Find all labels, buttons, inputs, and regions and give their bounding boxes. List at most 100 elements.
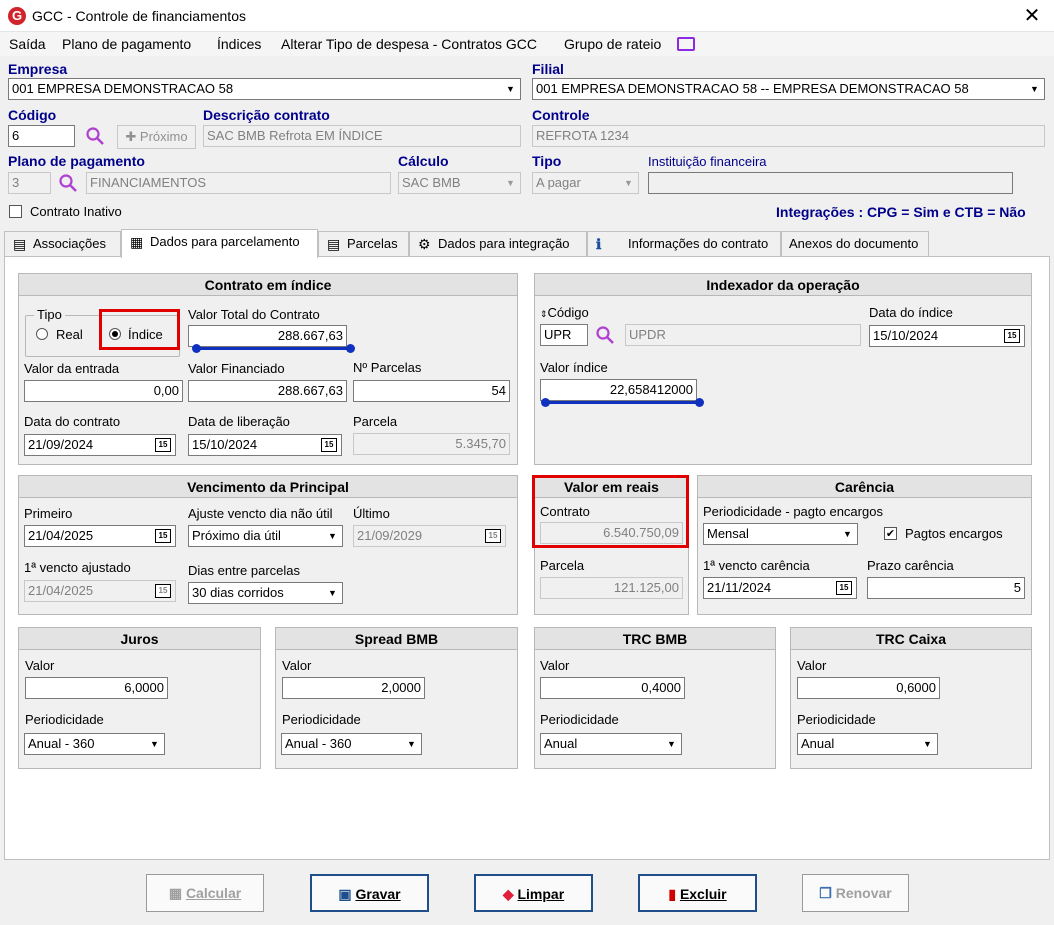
chevron-down-icon: ▼ — [146, 735, 163, 753]
indice-radio[interactable] — [109, 328, 121, 340]
menu-grupo-rateio[interactable]: Grupo de rateio — [564, 36, 661, 52]
limpar-button[interactable]: ◆ Limpar — [474, 874, 593, 912]
data-contrato-input[interactable]: 21/09/2024 15 — [24, 434, 176, 456]
gravar-button[interactable]: ▣ Gravar — [310, 874, 429, 912]
controle-input[interactable]: REFROTA 1234 — [532, 125, 1045, 147]
search-icon[interactable] — [85, 126, 105, 146]
calendar-icon[interactable]: 15 — [155, 438, 171, 452]
tab-dados-integracao[interactable]: ⚙ Dados para integração — [409, 231, 587, 257]
tab-associacoes[interactable]: ▤ Associações — [4, 231, 121, 257]
data-liberacao-input[interactable]: 15/10/2024 15 — [188, 434, 342, 456]
trc-caixa-periodicidade-select[interactable]: Anual ▼ — [797, 733, 938, 755]
panel-title: TRC BMB — [535, 628, 775, 650]
indice-label: Índice — [128, 327, 163, 342]
monitor-icon[interactable] — [677, 37, 695, 51]
valor-total-input[interactable]: 288.667,63 — [188, 325, 347, 347]
filial-label: Filial — [532, 61, 564, 77]
dias-select[interactable]: 30 dias corridos ▼ — [188, 582, 343, 604]
search-icon[interactable] — [58, 173, 78, 193]
descricao-input[interactable]: SAC BMB Refrota EM ÍNDICE — [203, 125, 521, 147]
parcela-input: 5.345,70 — [353, 433, 510, 455]
menu-saida[interactable]: Saída — [9, 36, 46, 52]
trc-caixa-periodicidade-label: Periodicidade — [797, 712, 876, 727]
chevron-down-icon: ▼ — [324, 584, 341, 602]
valor-total-label: Valor Total do Contrato — [188, 307, 320, 322]
trc-bmb-periodicidade-label: Periodicidade — [540, 712, 619, 727]
codigo-label: Código — [8, 107, 57, 123]
copy-icon: ❐ — [819, 885, 836, 901]
gear-icon: ⚙ — [418, 236, 431, 252]
tab-parcelas[interactable]: ▤ Parcelas — [318, 231, 409, 257]
ajuste-label: Ajuste vencto dia não útil — [188, 506, 333, 521]
panel-title: Spread BMB — [276, 628, 517, 650]
search-icon[interactable] — [595, 325, 615, 345]
chevron-down-icon: ▼ — [324, 527, 341, 545]
spread-valor-label: Valor — [282, 658, 312, 673]
contrato-inativo-checkbox[interactable] — [9, 205, 22, 218]
spread-valor-input[interactable]: 2,0000 — [282, 677, 425, 699]
annotation-dot — [541, 398, 550, 407]
prazo-carencia-input[interactable]: 5 — [867, 577, 1025, 599]
info-icon: ℹ — [596, 236, 602, 252]
panel-title: Indexador da operação — [535, 274, 1031, 296]
juros-periodicidade-select[interactable]: Anual - 360 ▼ — [24, 733, 165, 755]
tab-anexos-documento[interactable]: Anexos do documento — [781, 231, 929, 257]
vencto-carencia-input[interactable]: 21/11/2024 15 — [703, 577, 857, 599]
calendar-icon: 15 — [485, 529, 501, 543]
primeiro-input[interactable]: 21/04/2025 15 — [24, 525, 176, 547]
real-radio[interactable] — [36, 328, 48, 340]
trc-caixa-valor-input[interactable]: 0,6000 — [797, 677, 940, 699]
close-icon[interactable]: ✕ — [1020, 4, 1044, 28]
periodicidade-encargos-label: Periodicidade - pagto encargos — [703, 504, 883, 519]
calendar-icon[interactable]: 15 — [1004, 329, 1020, 343]
trc-bmb-valor-input[interactable]: 0,4000 — [540, 677, 685, 699]
chevron-down-icon: ▼ — [502, 174, 519, 192]
spread-periodicidade-select[interactable]: Anual - 360 ▼ — [281, 733, 422, 755]
panel-title: Contrato em índice — [19, 274, 517, 296]
calcular-button[interactable]: ▦ Calcular — [146, 874, 264, 912]
chevron-down-icon: ▼ — [620, 174, 637, 192]
tipo-select[interactable]: A pagar ▼ — [532, 172, 639, 194]
excluir-button[interactable]: ▮ Excluir — [638, 874, 757, 912]
trash-icon: ▮ — [668, 886, 680, 902]
ajustado-input: 21/04/2025 15 — [24, 580, 176, 602]
tab-dados-parcelamento[interactable]: ▦ Dados para parcelamento — [121, 229, 318, 258]
tab-informacoes-contrato[interactable]: ℹ Informações do contrato — [587, 231, 781, 257]
filial-select[interactable]: 001 EMPRESA DEMONSTRACAO 58 -- EMPRESA D… — [532, 78, 1045, 100]
juros-valor-input[interactable]: 6,0000 — [25, 677, 168, 699]
pagtos-encargos-checkbox[interactable]: ✔ — [884, 527, 897, 540]
empresa-select[interactable]: 001 EMPRESA DEMONSTRACAO 58 ▼ — [8, 78, 521, 100]
menu-alterar-tipo-despesa[interactable]: Alterar Tipo de despesa - Contratos GCC — [281, 36, 537, 52]
valor-entrada-input[interactable]: 0,00 — [24, 380, 183, 402]
indexador-codigo-input[interactable]: UPR — [540, 324, 588, 346]
proximo-button[interactable]: ✚ Próximo — [117, 125, 196, 149]
periodicidade-encargos-select[interactable]: Mensal ▼ — [703, 523, 858, 545]
renovar-button[interactable]: ❐ Renovar — [802, 874, 909, 912]
pagtos-encargos-label: Pagtos encargos — [905, 526, 1003, 541]
instituicao-input[interactable] — [648, 172, 1013, 194]
trc-bmb-valor-label: Valor — [540, 658, 570, 673]
instituicao-label: Instituição financeira — [648, 154, 767, 169]
calendar-icon[interactable]: 15 — [321, 438, 337, 452]
spread-periodicidade-label: Periodicidade — [282, 712, 361, 727]
valor-indice-input[interactable]: 22,658412000 — [540, 379, 697, 401]
parcelas-input[interactable]: 54 — [353, 380, 510, 402]
calendar-icon[interactable]: 15 — [836, 581, 852, 595]
menu-indices[interactable]: Índices — [217, 36, 261, 52]
plano-code-input[interactable]: 3 — [8, 172, 51, 194]
annotation-underline — [196, 347, 351, 350]
calculo-select[interactable]: SAC BMB ▼ — [398, 172, 521, 194]
calendar-icon[interactable]: 15 — [155, 529, 171, 543]
ajuste-select[interactable]: Próximo dia útil ▼ — [188, 525, 343, 547]
codigo-input[interactable]: 6 — [8, 125, 75, 147]
juros-valor-label: Valor — [25, 658, 55, 673]
menu-plano-pagamento[interactable]: Plano de pagamento — [62, 36, 191, 52]
contrato-reais-label: Contrato — [540, 504, 590, 519]
tipo-group-label: Tipo — [34, 307, 65, 322]
valor-financiado-input[interactable]: 288.667,63 — [188, 380, 347, 402]
data-indice-input[interactable]: 15/10/2024 15 — [869, 325, 1025, 347]
trc-bmb-periodicidade-select[interactable]: Anual ▼ — [540, 733, 682, 755]
plus-icon: ✚ — [125, 129, 140, 144]
chevron-down-icon: ▼ — [403, 735, 420, 753]
parcela-reais-input: 121.125,00 — [540, 577, 683, 599]
